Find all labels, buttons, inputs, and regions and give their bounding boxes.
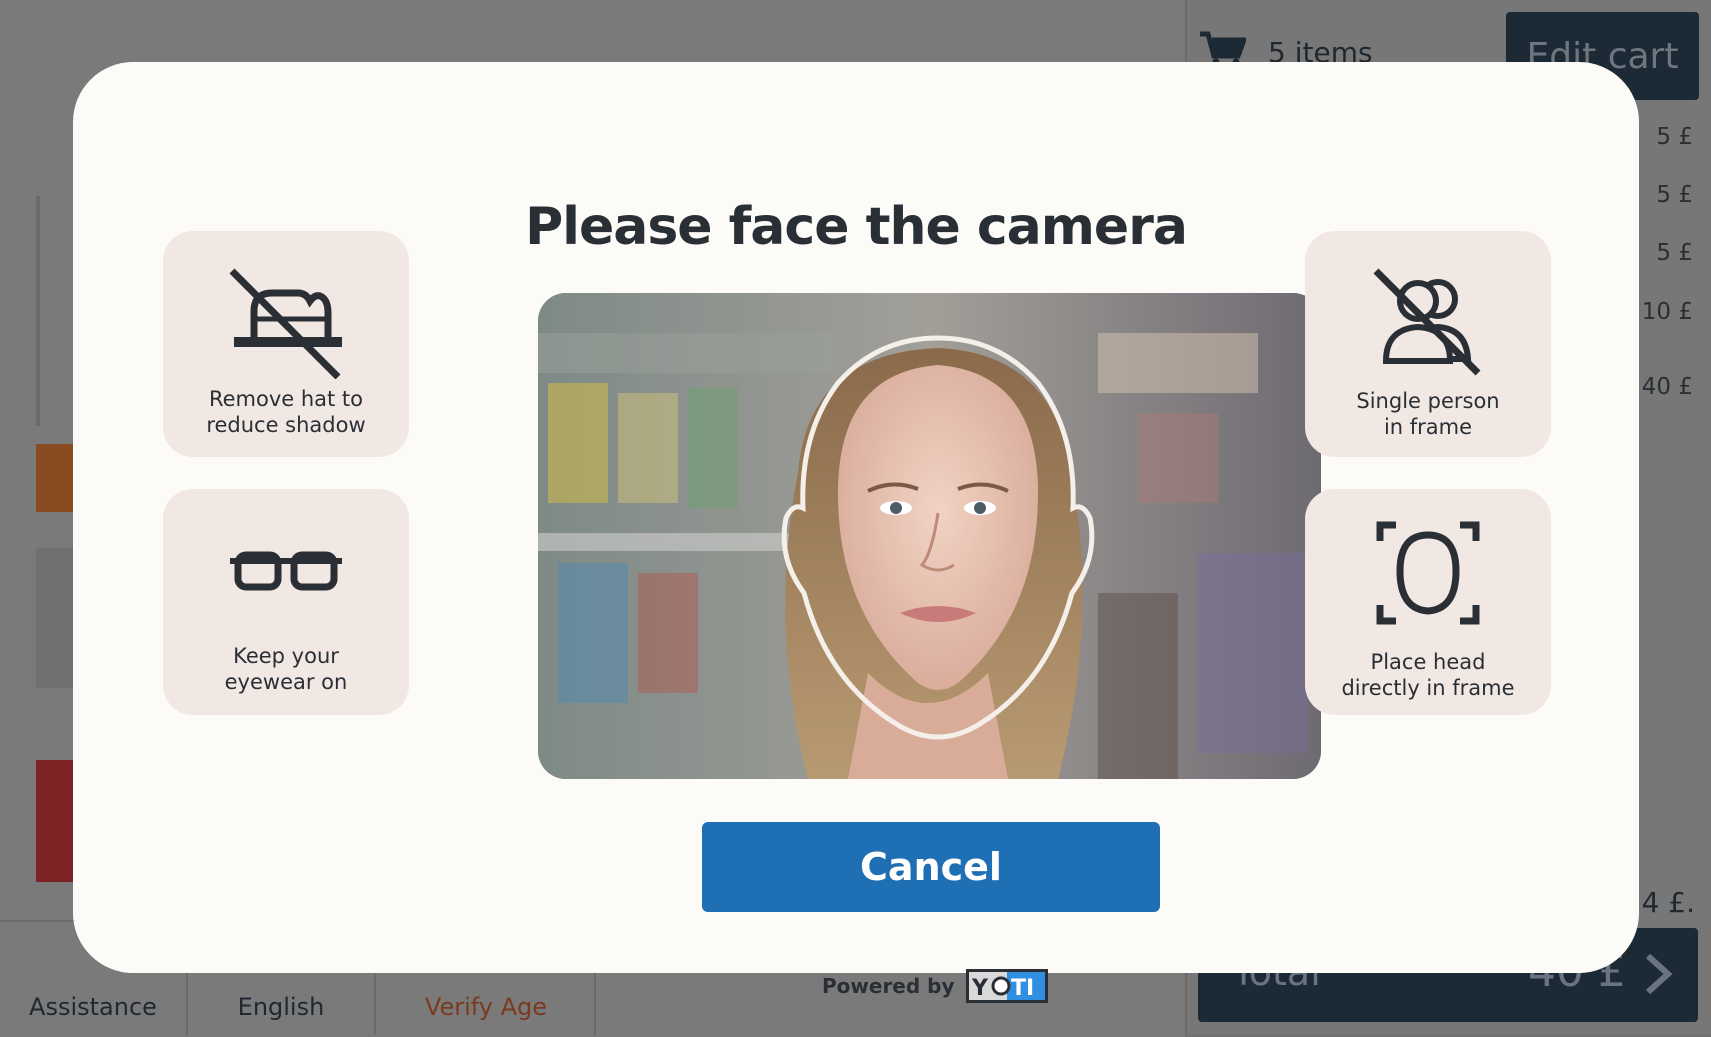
camera-feed [538,293,1321,779]
cart-line-price: 5 £ [1656,182,1693,208]
tip-remove-hat-text: Remove hat to reduce shadow [206,387,366,437]
cancel-button[interactable]: Cancel [702,822,1160,912]
chevron-right-icon [1645,953,1673,995]
tip-place-head: Place head directly in frame [1305,489,1551,715]
tip-single-person-text: Single person in frame [1356,389,1500,439]
verify-age-label: Verify Age [424,993,548,1021]
cart-icon [1200,31,1246,66]
face-frame-icon [1376,521,1480,625]
tip-single-person: Single person in frame [1305,231,1551,457]
cart-line-price: 40 £ [1641,374,1693,400]
cart-line-price: 10 £ [1641,299,1693,325]
background-product-tile [36,444,76,512]
camera-preview [538,293,1321,779]
cart-line-price: 5 £ [1656,240,1693,266]
assistance-label: Assistance [29,993,157,1021]
tip-keep-eyewear: Keep your eyewear on [163,489,409,715]
background-divider [36,196,40,426]
no-hat-icon [229,268,342,379]
age-verification-modal: Please face the camera Remove hat to red… [73,62,1639,1003]
background-product-tile [36,760,76,882]
unit-price: 4 £. [1641,886,1695,919]
powered-by-yoti: Powered by Y TI [822,967,1049,1005]
tip-remove-hat: Remove hat to reduce shadow [163,231,409,457]
svg-text:Y: Y [971,976,989,1001]
tip-keep-eyewear-text: Keep your eyewear on [224,644,348,694]
no-group-icon [1373,268,1481,376]
cart-line-price: 5 £ [1656,124,1693,150]
background-product-tile [36,548,76,688]
yoti-logo: Y TI [965,969,1048,1003]
language-label: English [237,993,325,1021]
svg-text:TI: TI [1011,976,1034,1001]
eyeglasses-icon [230,551,342,591]
powered-by-label: Powered by [822,974,955,998]
tip-place-head-text: Place head directly in frame [1341,650,1515,700]
